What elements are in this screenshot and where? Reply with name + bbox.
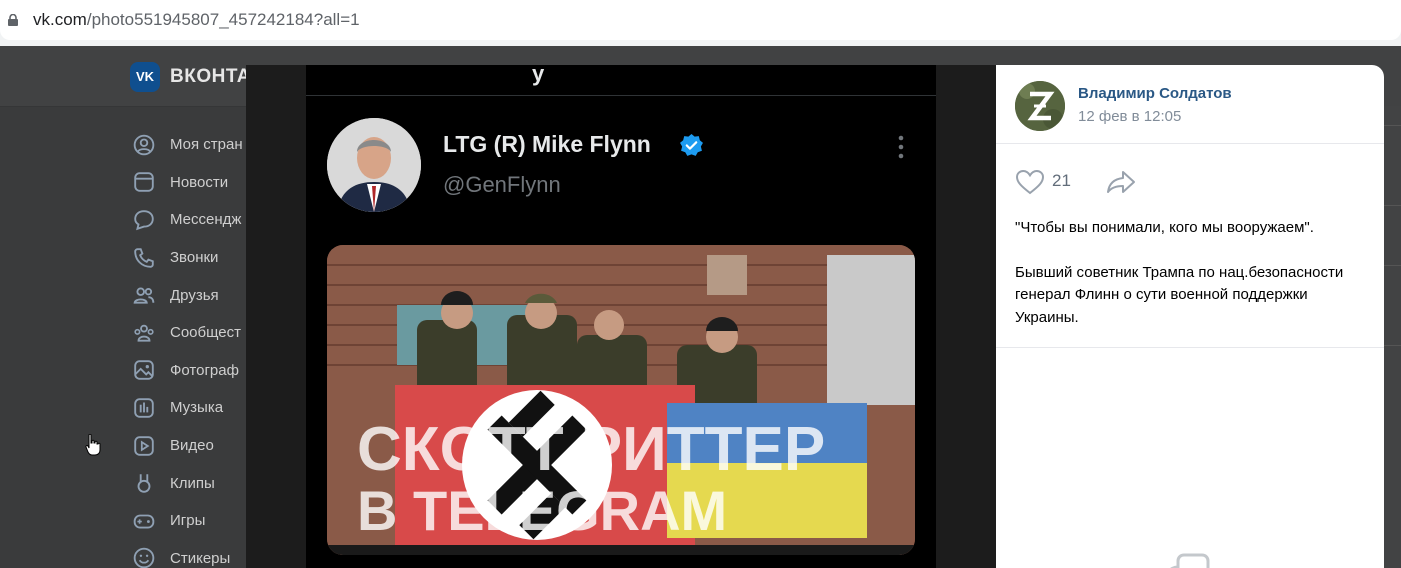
tweet-avatar (327, 118, 421, 212)
music-icon (132, 396, 156, 420)
mouse-cursor-icon (85, 433, 101, 456)
menu-item[interactable]: Фотограф (132, 352, 243, 390)
post-text-body: Бывший советник Трампа по нац.безопаснос… (1015, 263, 1344, 326)
games-icon (132, 509, 156, 533)
like-count: 21 (1052, 171, 1071, 190)
left-menu: Моя стран Новости Мессендж Звонки Друзья Сооб… (132, 126, 243, 568)
url-path: /photo551945807_457242184?all=1 (86, 10, 360, 29)
svg-text:СКОТТ РИТТЕР: СКОТТ РИТТЕР (357, 415, 825, 484)
communities-icon (132, 321, 156, 345)
post-date[interactable]: 12 фев в 12:05 (1078, 108, 1181, 125)
divider (996, 143, 1384, 144)
svg-text:В TELEGRAM: В TELEGRAM (357, 479, 727, 542)
news-icon (132, 170, 156, 194)
verified-badge-icon (680, 134, 703, 156)
tweet-display-name: LTG (R) Mike Flynn (443, 131, 651, 157)
cut-off-text: y (532, 61, 545, 86)
heart-icon[interactable] (1015, 169, 1045, 195)
menu-item[interactable]: Видео (132, 427, 243, 465)
vk-brand-name[interactable]: ВКОНТА (170, 66, 251, 88)
tweet-photo: СКОТТ РИТТЕР В TELEGRAM (327, 245, 915, 555)
menu-item[interactable]: Стикеры (132, 540, 243, 568)
vk-logo-icon[interactable]: VK (130, 62, 160, 92)
clips-icon (132, 471, 156, 495)
menu-item-label: Стикеры (170, 549, 231, 567)
menu-item-label: Друзья (170, 286, 219, 304)
post-text-quote: "Чтобы вы понимали, кого мы вооружаем". (1015, 219, 1314, 236)
menu-item[interactable]: Моя стран (132, 126, 243, 164)
menu-item[interactable]: Музыка (132, 389, 243, 427)
menu-item-label: Фотограф (170, 361, 239, 379)
menu-item-label: Новости (170, 173, 229, 191)
share-icon[interactable] (1106, 169, 1136, 195)
menu-item[interactable]: Звонки (132, 239, 243, 277)
photo-icon (132, 358, 156, 382)
post-info-panel: Владимир Солдатов 12 фев в 12:05 21 "Что… (996, 65, 1384, 568)
menu-item-label: Клипы (170, 474, 215, 492)
menu-item-label: Музыка (170, 399, 224, 417)
lock-icon[interactable] (7, 14, 19, 26)
menu-item-label: Звонки (170, 249, 219, 267)
background-right-edge (1384, 106, 1401, 568)
menu-item-label: Игры (170, 512, 206, 530)
menu-item[interactable]: Новости (132, 164, 243, 202)
menu-item-label: Мессендж (170, 211, 242, 229)
menu-item[interactable]: Сообщест (132, 314, 243, 352)
menu-item[interactable]: Друзья (132, 276, 243, 314)
tweet-handle: @GenFlynn (443, 172, 561, 197)
menu-item[interactable]: Клипы (132, 464, 243, 502)
url-host: vk.com (33, 10, 87, 29)
url-bar[interactable]: vk.com/photo551945807_457242184?all=1 (0, 0, 1401, 40)
author-avatar[interactable] (1015, 81, 1065, 131)
user-circle-icon (132, 133, 156, 157)
comments-placeholder-icon (1169, 553, 1210, 568)
menu-item[interactable]: Мессендж (132, 201, 243, 239)
friends-icon (132, 283, 156, 307)
menu-item[interactable]: Игры (132, 502, 243, 540)
post-text: "Чтобы вы понимали, кого мы вооружаем". … (1015, 217, 1365, 329)
author-name-link[interactable]: Владимир Солдатов (1078, 85, 1232, 102)
divider (996, 347, 1384, 348)
more-options-icon (898, 135, 904, 159)
phone-icon (132, 246, 156, 270)
menu-item-label: Моя стран (170, 136, 243, 154)
tweet-screenshot: y LTG (R) Mike Flynn @GenFlynn СКОТТ РИТ… (306, 61, 936, 568)
url-text[interactable]: vk.com/photo551945807_457242184?all=1 (33, 10, 360, 30)
tweet-topbar: y (306, 61, 936, 96)
video-icon (132, 434, 156, 458)
stickers-icon (132, 546, 156, 568)
menu-item-label: Сообщест (170, 324, 241, 342)
browser-address-bar: vk.com/photo551945807_457242184?all=1 (0, 0, 1401, 46)
message-icon (132, 208, 156, 232)
menu-item-label: Видео (170, 437, 214, 455)
